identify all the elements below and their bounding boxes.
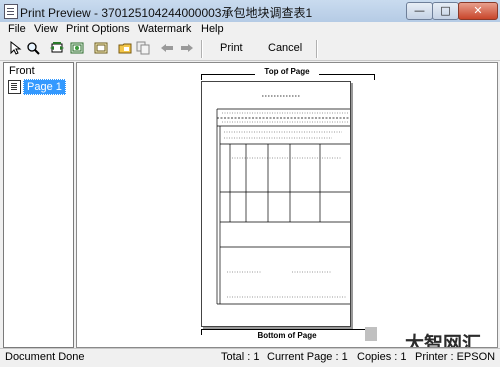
page-icon bbox=[8, 80, 21, 94]
app-icon bbox=[4, 4, 18, 19]
folder-icon[interactable] bbox=[118, 41, 132, 55]
preview-canvas[interactable]: Top of Page Bottom of Page 大智网汇 bbox=[76, 62, 498, 348]
window-title: Print Preview - 370125104244000003承包地块调查… bbox=[20, 6, 313, 20]
scrollbar-thumb[interactable] bbox=[365, 327, 377, 341]
title-bar[interactable]: Print Preview - 370125104244000003承包地块调查… bbox=[0, 0, 500, 23]
page-content-drawing bbox=[216, 95, 353, 305]
menu-file[interactable]: File bbox=[6, 23, 28, 35]
cancel-button[interactable]: Cancel bbox=[268, 42, 302, 54]
menu-help[interactable]: Help bbox=[199, 23, 226, 35]
maximize-button[interactable]: □ bbox=[432, 2, 459, 20]
menu-view[interactable]: View bbox=[32, 23, 60, 35]
status-bar: Document Done Total : 1 Current Page : 1… bbox=[0, 348, 500, 367]
close-button[interactable]: ✕ bbox=[458, 2, 498, 20]
top-of-page-marker: Top of Page bbox=[255, 67, 319, 76]
image-icon[interactable] bbox=[70, 41, 84, 55]
toolbar-separator bbox=[201, 40, 203, 58]
status-message: Document Done bbox=[5, 351, 85, 363]
zoom-icon[interactable] bbox=[26, 41, 40, 55]
bottom-of-page-marker: Bottom of Page bbox=[255, 331, 319, 340]
status-copies: Copies : 1 bbox=[357, 351, 407, 363]
page-tree-panel: Front Page 1 bbox=[3, 62, 74, 348]
tree-item-label: Page 1 bbox=[23, 79, 66, 95]
toolbar: Print Cancel bbox=[0, 38, 500, 61]
status-total: Total : 1 bbox=[221, 351, 260, 363]
watermark-logo: 大智网汇 bbox=[405, 333, 482, 348]
page-icon[interactable] bbox=[94, 41, 108, 55]
pointer-icon[interactable] bbox=[8, 41, 22, 55]
menu-bar: File View Print Options Watermark Help bbox=[0, 22, 500, 38]
page-thumbnail[interactable] bbox=[201, 81, 353, 327]
tree-root-front[interactable]: Front bbox=[9, 65, 35, 77]
menu-watermark[interactable]: Watermark bbox=[136, 23, 193, 35]
minimize-button[interactable]: — bbox=[406, 2, 433, 20]
menu-print-options[interactable]: Print Options bbox=[64, 23, 132, 35]
status-printer: Printer : EPSON bbox=[415, 351, 496, 363]
print-preview-window: Print Preview - 370125104244000003承包地块调查… bbox=[0, 0, 500, 367]
back-arrow-icon[interactable] bbox=[160, 41, 174, 55]
copy-icon[interactable] bbox=[136, 41, 150, 55]
forward-arrow-icon[interactable] bbox=[180, 41, 194, 55]
fit-width-icon[interactable] bbox=[50, 41, 64, 55]
toolbar-separator bbox=[316, 40, 318, 58]
status-current-page: Current Page : 1 bbox=[267, 351, 348, 363]
print-button[interactable]: Print bbox=[220, 42, 243, 54]
